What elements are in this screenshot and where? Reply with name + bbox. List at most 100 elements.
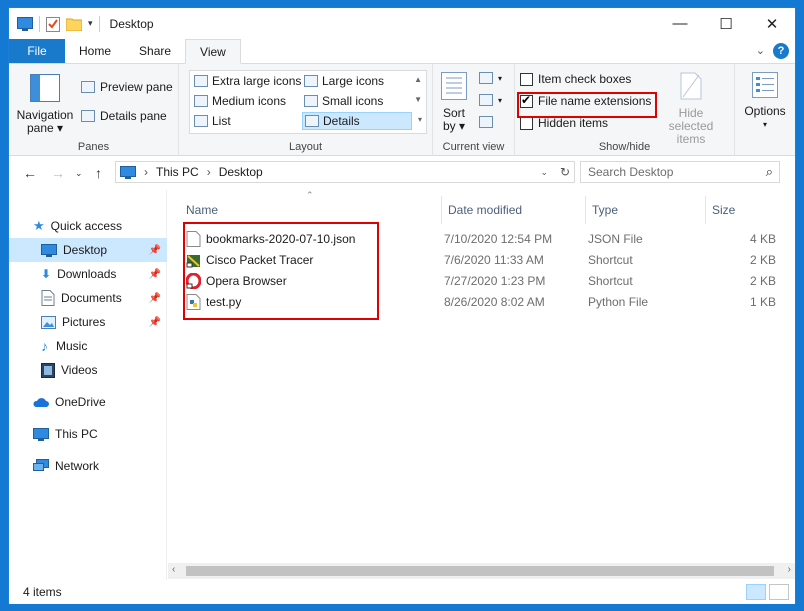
scroll-left-icon[interactable]: ‹ <box>172 564 175 575</box>
column-header-type[interactable]: Type <box>586 196 706 224</box>
this-pc-icon <box>33 427 49 441</box>
refresh-icon[interactable]: ↻ <box>560 165 570 179</box>
nav-item-music[interactable]: ♪ Music <box>9 334 167 358</box>
nav-item-desktop[interactable]: Desktop 📌 <box>9 238 167 262</box>
properties-icon[interactable] <box>46 16 60 32</box>
sort-by-label-2: by ▾ <box>442 119 466 133</box>
new-folder-icon[interactable] <box>66 17 82 31</box>
layout-medium-icons[interactable]: Medium icons <box>194 94 286 108</box>
layout-large-icons[interactable]: Large icons <box>304 74 384 88</box>
file-size: 1 KB <box>750 295 777 309</box>
options-chevron-icon: ▾ <box>762 120 767 129</box>
nav-item-pictures[interactable]: Pictures 📌 <box>9 310 167 334</box>
nav-item-network[interactable]: Network <box>9 454 167 478</box>
layout-details[interactable]: Details <box>302 112 412 130</box>
add-columns-button[interactable]: ▾ <box>479 94 502 106</box>
window-icon <box>17 16 33 31</box>
breadcrumb-this-pc[interactable]: This PC <box>156 165 199 179</box>
file-date: 7/6/2020 11:33 AM <box>444 253 544 267</box>
pin-icon: 📌 <box>148 244 161 256</box>
current-view-group-label: Current view <box>442 141 505 153</box>
navigation-pane-button[interactable]: Navigation pane ▾ <box>15 74 75 135</box>
hide-selected-items-icon <box>680 72 702 100</box>
hide-selected-label: Hide selected <box>668 106 714 133</box>
layout-scroll-up-icon[interactable]: ▲ <box>414 75 422 84</box>
small-icons-icon <box>304 95 318 107</box>
nav-item-label: Network <box>55 459 100 473</box>
nav-item-label: This PC <box>55 427 98 441</box>
nav-item-videos[interactable]: Videos <box>9 358 167 382</box>
back-arrow-icon[interactable]: ← <box>23 165 37 181</box>
panes-group: Navigation pane ▾ Preview pane Details p… <box>9 64 179 156</box>
layout-gallery: Extra large icons Large icons Medium ico… <box>189 70 427 134</box>
hidden-items-option[interactable]: Hidden items <box>520 116 608 130</box>
details-pane-button[interactable]: Details pane <box>81 109 167 123</box>
tab-share[interactable]: Share <box>125 39 185 63</box>
sort-by-icon <box>441 72 467 100</box>
extra-large-icons-icon <box>194 75 208 87</box>
ribbon: Navigation pane ▾ Preview pane Details p… <box>9 64 795 156</box>
help-icon[interactable]: ? <box>773 43 789 59</box>
explorer-window: ▾ Desktop — ☐ ✕ File Home Share View ⌄ ?… <box>8 7 796 604</box>
details-view-button[interactable] <box>746 584 766 600</box>
options-button[interactable]: Options ▾ <box>738 72 792 131</box>
maximize-button[interactable]: ☐ <box>703 8 749 39</box>
nav-item-documents[interactable]: Documents 📌 <box>9 286 167 310</box>
layout-details-label: Details <box>323 114 360 128</box>
column-header-date-modified[interactable]: Date modified <box>442 196 586 224</box>
onedrive-cloud-icon <box>33 397 49 407</box>
layout-small-icons[interactable]: Small icons <box>304 94 383 108</box>
nav-item-onedrive[interactable]: OneDrive <box>9 390 167 414</box>
column-header-size[interactable]: Size <box>706 196 778 224</box>
customize-toolbar-chevron-icon[interactable]: ▾ <box>88 18 93 29</box>
breadcrumb-desktop[interactable]: Desktop <box>219 165 263 179</box>
layout-small-icons-label: Small icons <box>322 94 384 108</box>
hidden-items-checkbox[interactable] <box>520 116 533 130</box>
size-columns-button[interactable] <box>479 116 493 128</box>
expand-ribbon-icon[interactable]: ⌄ <box>756 44 765 57</box>
close-button[interactable]: ✕ <box>749 8 795 39</box>
address-bar[interactable]: › This PC › Desktop ⌄ ↻ <box>115 161 575 183</box>
group-by-button[interactable]: ▾ <box>479 72 502 84</box>
item-check-boxes-checkbox[interactable] <box>520 72 533 86</box>
nav-item-quick-access[interactable]: ★ Quick access <box>9 214 167 238</box>
layout-expand-icon[interactable]: ▾ <box>418 115 422 124</box>
this-pc-icon <box>120 165 136 179</box>
search-icon[interactable]: ⌕ <box>766 164 773 180</box>
large-icons-icon <box>304 75 318 87</box>
forward-arrow-icon[interactable]: → <box>51 165 65 181</box>
show-hide-group-label: Show/hide <box>598 141 651 153</box>
download-arrow-icon: ⬇ <box>41 267 52 281</box>
column-header-name[interactable]: Name <box>180 196 442 224</box>
tab-view[interactable]: View <box>185 39 241 64</box>
layout-list[interactable]: List <box>194 114 231 128</box>
tab-home[interactable]: Home <box>65 39 125 63</box>
minimize-button[interactable]: — <box>657 8 703 39</box>
hide-selected-items-button[interactable]: Hide selected items <box>655 72 727 146</box>
layout-extra-large-icons[interactable]: Extra large icons <box>194 74 301 88</box>
pin-icon: 📌 <box>148 268 161 280</box>
layout-extra-large-icons-label: Extra large icons <box>212 74 302 88</box>
scrollbar-thumb[interactable] <box>186 566 774 576</box>
preview-pane-button[interactable]: Preview pane <box>81 80 173 94</box>
item-check-boxes-option[interactable]: Item check boxes <box>520 72 631 86</box>
nav-item-label: OneDrive <box>55 395 106 409</box>
title-bar: ▾ Desktop — ☐ ✕ <box>9 8 795 39</box>
tab-file[interactable]: File <box>9 39 65 63</box>
layout-scroll-down-icon[interactable]: ▼ <box>414 95 422 104</box>
search-input[interactable]: Search Desktop ⌕ <box>580 161 780 183</box>
nav-item-this-pc[interactable]: This PC <box>9 422 167 446</box>
options-group: Options ▾ <box>735 64 795 156</box>
nav-item-downloads[interactable]: ⬇ Downloads 📌 <box>9 262 167 286</box>
window-title: Desktop <box>109 16 154 31</box>
horizontal-scrollbar[interactable]: ‹ › <box>168 563 795 579</box>
large-icons-view-button[interactable] <box>769 584 789 600</box>
up-arrow-icon[interactable]: ↑ <box>95 165 102 181</box>
scroll-right-icon[interactable]: › <box>788 564 791 575</box>
sort-by-button[interactable]: Sort by ▾ <box>439 72 469 133</box>
address-history-chevron-icon[interactable]: ⌄ <box>540 167 548 178</box>
panes-group-label: Panes <box>77 141 110 153</box>
breadcrumb-separator-icon: › <box>206 165 211 179</box>
recent-locations-chevron-icon[interactable]: ⌄ <box>75 168 83 179</box>
layout-medium-icons-label: Medium icons <box>212 94 287 108</box>
